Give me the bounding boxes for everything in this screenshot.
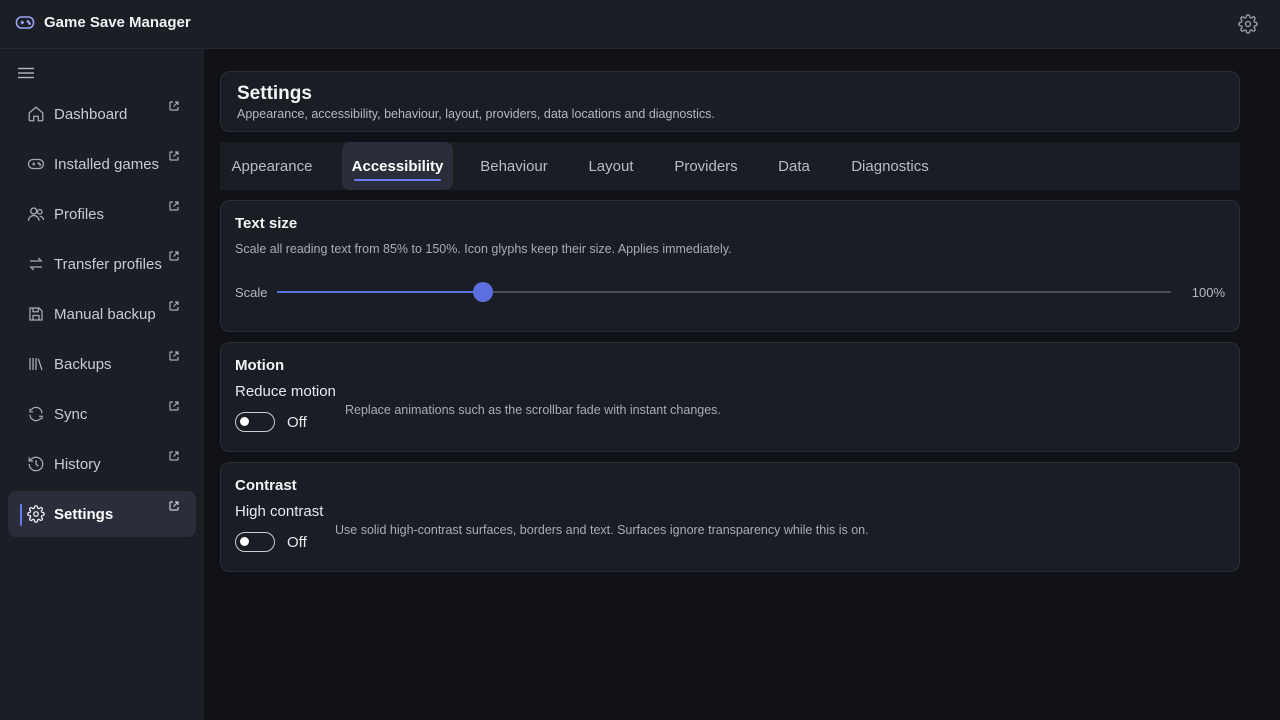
sidebar-item-label: Settings xyxy=(54,506,114,523)
reduce-motion-toggle[interactable] xyxy=(235,412,275,432)
sidebar-item-manual-backup[interactable]: Manual backup xyxy=(8,291,196,337)
sidebar-item-label: Dashboard xyxy=(54,106,128,123)
external-link-icon[interactable] xyxy=(168,100,180,112)
gamepad-icon xyxy=(15,14,35,32)
hamburger-menu-icon[interactable] xyxy=(16,65,36,81)
toggle-knob xyxy=(240,537,249,546)
toggle-state: Off xyxy=(287,414,307,431)
section-description: Scale all reading text from 85% to 150%.… xyxy=(235,242,732,256)
scale-label: Scale xyxy=(235,285,268,300)
external-link-icon[interactable] xyxy=(168,250,180,262)
gear-icon xyxy=(27,505,45,523)
external-link-icon[interactable] xyxy=(168,400,180,412)
slider-fill xyxy=(277,291,483,293)
gamepad-icon xyxy=(27,155,45,173)
section-title: Text size xyxy=(235,215,298,232)
toggle-knob xyxy=(240,417,249,426)
scale-value: 100% xyxy=(1191,285,1225,300)
library-icon xyxy=(27,355,45,373)
sidebar-item-label: History xyxy=(54,456,101,473)
setting-help-text: Use solid high-contrast surfaces, border… xyxy=(335,523,869,537)
sidebar-item-label: Profiles xyxy=(54,206,105,223)
tab-data[interactable]: Data xyxy=(767,142,821,190)
sidebar-item-settings[interactable]: Settings xyxy=(8,491,196,537)
tab-behaviour[interactable]: Behaviour xyxy=(471,142,557,190)
tab-label: Diagnostics xyxy=(851,157,929,175)
transfer-arrows-icon xyxy=(27,255,45,273)
app-title: Game Save Manager xyxy=(44,14,191,31)
external-link-icon[interactable] xyxy=(168,200,180,212)
tab-label: Accessibility xyxy=(351,157,444,175)
tab-label: Appearance xyxy=(231,157,313,175)
section-title: Contrast xyxy=(235,477,297,494)
motion-card: Motion Reduce motion Off Replace animati… xyxy=(220,342,1240,452)
sidebar-item-sync[interactable]: Sync xyxy=(8,391,196,437)
reduce-motion-label: Reduce motion xyxy=(235,383,336,400)
home-icon xyxy=(27,105,45,123)
history-icon xyxy=(27,455,45,473)
tab-appearance[interactable]: Appearance xyxy=(220,142,324,190)
users-icon xyxy=(27,205,45,223)
external-link-icon[interactable] xyxy=(168,150,180,162)
sidebar-item-label: Transfer profiles xyxy=(54,256,162,273)
sidebar-item-backups[interactable]: Backups xyxy=(8,341,196,387)
tab-diagnostics[interactable]: Diagnostics xyxy=(841,142,939,190)
active-indicator xyxy=(20,504,22,526)
save-disk-icon xyxy=(27,305,45,323)
sidebar-item-label: Manual backup xyxy=(54,306,156,323)
page-title: Settings xyxy=(237,83,312,104)
sidebar-item-label: Backups xyxy=(54,356,112,373)
external-link-icon[interactable] xyxy=(168,350,180,362)
sidebar-item-dashboard[interactable]: Dashboard xyxy=(8,91,196,137)
sidebar: Dashboard Installed games Profiles Trans… xyxy=(0,49,204,720)
active-tab-underline xyxy=(354,179,441,181)
sidebar-item-transfer-profiles[interactable]: Transfer profiles xyxy=(8,241,196,287)
external-link-icon[interactable] xyxy=(168,500,180,512)
tab-accessibility[interactable]: Accessibility xyxy=(342,142,453,190)
tab-layout[interactable]: Layout xyxy=(577,142,645,190)
contrast-card: Contrast High contrast Off Use solid hig… xyxy=(220,462,1240,572)
sidebar-item-history[interactable]: History xyxy=(8,441,196,487)
gear-icon[interactable] xyxy=(1238,14,1258,34)
slider-thumb[interactable] xyxy=(473,282,493,302)
sidebar-item-installed-games[interactable]: Installed games xyxy=(8,141,196,187)
section-title: Motion xyxy=(235,357,285,374)
external-link-icon[interactable] xyxy=(168,300,180,312)
setting-help-text: Replace animations such as the scrollbar… xyxy=(345,403,721,417)
page-header: Settings Appearance, accessibility, beha… xyxy=(220,71,1240,132)
toggle-state: Off xyxy=(287,534,307,551)
tab-providers[interactable]: Providers xyxy=(665,142,747,190)
settings-tabs: Appearance Accessibility Behaviour Layou… xyxy=(220,142,1240,190)
tab-label: Providers xyxy=(674,157,738,175)
title-bar: Game Save Manager xyxy=(0,0,1280,49)
high-contrast-toggle[interactable] xyxy=(235,532,275,552)
text-scale-slider[interactable] xyxy=(277,282,1171,302)
tab-label: Data xyxy=(778,157,810,175)
text-size-card: Text size Scale all reading text from 85… xyxy=(220,200,1240,332)
sidebar-item-label: Installed games xyxy=(54,156,160,173)
sidebar-item-profiles[interactable]: Profiles xyxy=(8,191,196,237)
external-link-icon[interactable] xyxy=(168,450,180,462)
tab-label: Behaviour xyxy=(480,157,548,175)
refresh-icon xyxy=(27,405,45,423)
high-contrast-label: High contrast xyxy=(235,503,324,520)
tab-label: Layout xyxy=(588,157,634,175)
page-subtitle: Appearance, accessibility, behaviour, la… xyxy=(237,107,715,121)
sidebar-item-label: Sync xyxy=(54,406,88,423)
